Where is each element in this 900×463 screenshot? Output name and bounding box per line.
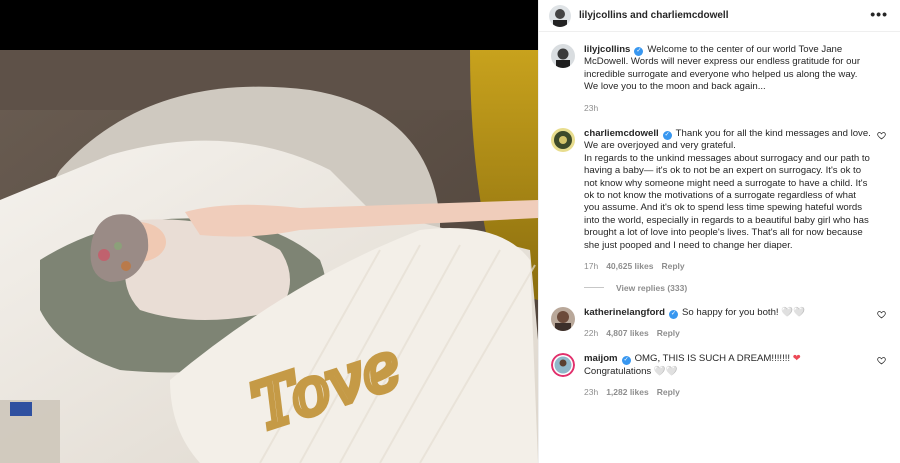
comment-likes[interactable]: 4,807 likes (606, 327, 649, 339)
reply-button[interactable]: Reply (661, 260, 684, 272)
comment-item: maijom ✓ OMG, THIS IS SUCH A DREAM!!!!!!! … (551, 353, 888, 398)
view-replies-button[interactable]: View replies (333) (584, 283, 888, 293)
comment-likes[interactable]: 40,625 likes (606, 260, 653, 272)
comment-text-continued: Congratulations 🤍🤍 (584, 365, 678, 377)
post-media: Tove (0, 0, 538, 463)
comment-meta: 23h (584, 102, 872, 114)
verified-badge-icon: ✓ (669, 309, 679, 319)
verified-badge-icon: ✓ (634, 47, 644, 56)
verified-badge-icon: ✓ (662, 131, 672, 141)
divider-line (584, 287, 604, 288)
comment-username[interactable]: lilyjcollins (584, 44, 630, 55)
comment-item: katherinelangford ✓ So happy for you both!… (551, 306, 888, 340)
commenter-avatar[interactable] (551, 353, 575, 378)
comment-username[interactable]: katherinelangford (584, 307, 665, 318)
baby-photo-illustration: Tove (0, 50, 538, 463)
post-photo[interactable]: Tove (0, 50, 538, 463)
more-options-icon[interactable]: ••• (870, 7, 888, 21)
comment-meta: 17h 40,625 likes Reply (584, 260, 872, 272)
red-heart-emoji: ❤ (792, 353, 801, 365)
comment-username[interactable]: maijom (584, 353, 618, 364)
comment-likes[interactable]: 1,282 likes (606, 386, 649, 398)
comment-text: OMG, THIS IS SUCH A DREAM!!!!!!! (634, 353, 793, 365)
view-replies-label: View replies (333) (616, 282, 688, 293)
commenter-avatar[interactable] (551, 44, 575, 68)
comment-username[interactable]: charliemcdowell (584, 128, 659, 139)
heart-outline-icon[interactable] (877, 356, 886, 365)
author-avatar[interactable] (549, 4, 571, 27)
verified-badge-icon: ✓ (621, 356, 631, 366)
commenter-avatar[interactable] (551, 128, 575, 153)
comment-item: charliemcdowell ✓ Thank you for all the ki… (551, 128, 888, 272)
comment-text-continued: In regards to the unkind messages about … (584, 152, 870, 251)
comment-time[interactable]: 17h (584, 260, 598, 272)
comment-text: So happy for you both! 🤍🤍 (682, 306, 806, 318)
post-header: lilyjcollins and charliemcdowell ••• (539, 0, 900, 32)
commenter-avatar[interactable] (551, 306, 575, 331)
caption: lilyjcollins ✓ Welcome to the center of ou… (551, 44, 888, 114)
heart-outline-icon[interactable] (877, 310, 886, 319)
comments-list: lilyjcollins ✓ Welcome to the center of ou… (539, 32, 900, 463)
reply-button[interactable]: Reply (657, 327, 680, 339)
heart-outline-icon[interactable] (877, 131, 886, 140)
comment-meta: 22h 4,807 likes Reply (584, 327, 872, 339)
post-side-panel: lilyjcollins and charliemcdowell ••• lil… (538, 0, 900, 463)
comment-time[interactable]: 23h (584, 386, 598, 398)
comment-time[interactable]: 22h (584, 327, 598, 339)
post-authors[interactable]: lilyjcollins and charliemcdowell (579, 10, 729, 21)
comment-time[interactable]: 23h (584, 102, 598, 114)
reply-button[interactable]: Reply (657, 386, 680, 398)
comment-meta: 23h 1,282 likes Reply (584, 386, 872, 398)
